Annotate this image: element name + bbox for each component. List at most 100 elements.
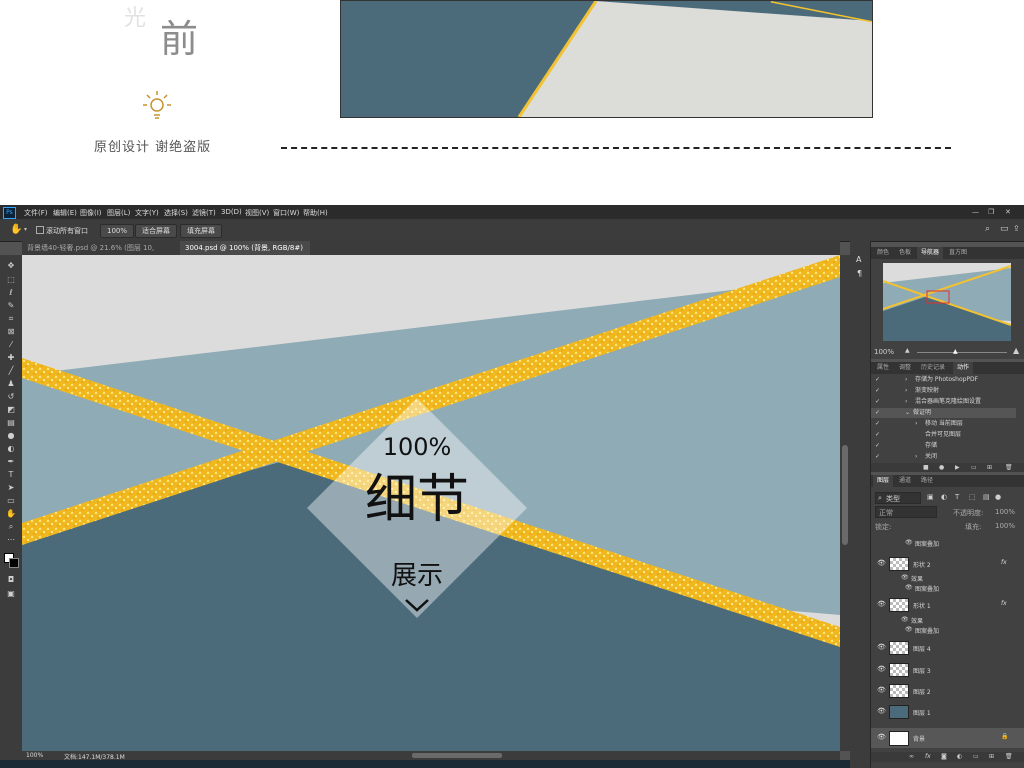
fx-badge[interactable]: fx [1001,600,1007,607]
frame-tool-icon[interactable]: ⊠ [5,327,17,337]
record-icon[interactable]: ● [939,464,944,471]
history-brush-icon[interactable]: ↺ [5,392,17,402]
tab-properties[interactable]: 属性 [873,362,893,374]
filter-smart-icon[interactable]: ▤ [983,493,990,501]
menu-layer[interactable]: 图层(L) [107,208,130,218]
layer-filter-select[interactable]: ⌕ 类型 [875,492,921,504]
menu-type[interactable]: 文字(Y) [135,208,159,218]
tab-swatches[interactable]: 色板 [895,247,915,259]
layer-row[interactable]: 👁 图层 1 [871,703,1024,721]
new-set-icon[interactable]: ▭ [971,464,977,471]
more-tools-icon[interactable]: ⋯ [5,535,17,545]
layer-effect-row[interactable]: 👁 效果 [871,615,1024,625]
layer-row[interactable]: 👁 图层 3 [871,661,1024,679]
new-group-icon[interactable]: ▭ [973,753,979,760]
visibility-eye-icon[interactable]: 👁 [877,559,886,567]
layer-effect-row[interactable]: 👁 图案叠加 [871,583,1024,593]
navigator-preview[interactable] [883,263,1011,341]
scroll-all-checkbox[interactable] [36,226,44,234]
eraser-tool-icon[interactable]: ◩ [5,405,17,415]
stamp-tool-icon[interactable]: ♟ [5,379,17,389]
menu-file[interactable]: 文件(F) [24,208,48,218]
dodge-tool-icon[interactable]: ◐ [5,444,17,454]
fill-value[interactable]: 100% [995,522,1015,530]
add-mask-icon[interactable]: ◙ [941,753,947,760]
menu-filter[interactable]: 滤镜(T) [192,208,216,218]
action-step[interactable]: ✓ 合并可见图层 [871,430,1016,440]
action-item[interactable]: ✓ › 存储为 PhotoshopPDF [871,375,1016,385]
tab-document-2[interactable]: 3004.psd @ 100% (背景, RGB/8#) [180,241,310,255]
shape-tool-icon[interactable]: ▭ [5,496,17,506]
action-step[interactable]: ✓ › 移动 当前图层 [871,419,1016,429]
layer-row[interactable]: 👁 图层 2 [871,682,1024,700]
action-item-selected[interactable]: ✓ ⌄ 做证明 [871,408,1016,418]
action-item[interactable]: ✓ › 渐变映射 [871,386,1016,396]
hand-icon[interactable]: ✋ [5,509,17,519]
marquee-tool-icon[interactable]: ⬚ [5,275,17,285]
zoom-in-icon[interactable]: ▲ [1013,346,1019,355]
move-tool-icon[interactable]: ✥ [5,261,17,271]
visibility-eye-icon[interactable]: 👁 [877,686,886,694]
delete-layer-icon[interactable]: 🗑 [1005,753,1013,760]
lasso-tool-icon[interactable]: ℓ [5,288,17,298]
layer-row[interactable]: 👁 形状 2 fx [871,555,1024,573]
visibility-eye-icon[interactable]: 👁 [877,643,886,651]
zoom-out-icon[interactable]: ▲ [905,347,910,354]
zoom-tool-icon[interactable]: ⌕ [5,522,17,532]
type-tool-icon[interactable]: T [5,470,17,480]
crop-tool-icon[interactable]: ⌗ [5,314,17,324]
quick-select-icon[interactable]: ✎ [5,301,17,311]
workspace-icon[interactable]: ▭ [1000,224,1009,234]
tab-layers[interactable]: 图层 [873,475,894,487]
blur-tool-icon[interactable]: ● [5,431,17,441]
fill-screen-button[interactable]: 填充屏幕 [180,224,222,238]
action-step[interactable]: ✓ › 关闭 [871,452,1016,462]
layer-row[interactable]: 👁 形状 1 fx [871,596,1024,614]
visibility-eye-icon[interactable]: 👁 [877,733,886,741]
minimize-icon[interactable]: — [972,208,979,216]
zoom-100-button[interactable]: 100% [100,224,135,238]
layer-effect-row[interactable]: 👁 图案叠加 [871,538,1024,548]
add-style-icon[interactable]: fx [925,753,931,760]
document-canvas[interactable]: 100% 细节 展示 [22,255,840,751]
layer-row-background[interactable]: 👁 背景 🔒 [871,728,1024,748]
filter-adjust-icon[interactable]: ◐ [941,493,947,501]
fx-badge[interactable]: fx [1001,559,1007,566]
healing-brush-icon[interactable]: ✚ [5,353,17,363]
tab-adjustments[interactable]: 调整 [895,362,915,374]
tab-histogram[interactable]: 直方图 [945,247,971,259]
layer-row[interactable]: 👁 图层 4 [871,639,1024,657]
adjustment-layer-icon[interactable]: ◐ [957,753,962,760]
quick-mask-icon[interactable]: ◘ [5,575,17,585]
delete-action-icon[interactable]: 🗑 [1005,464,1013,471]
action-step[interactable]: ✓ 存储 [871,441,1016,451]
menu-window[interactable]: 窗口(W) [273,208,299,218]
menu-3d[interactable]: 3D(D) [221,208,242,216]
close-icon[interactable]: ✕ [1005,208,1011,216]
new-layer-icon[interactable]: ⊞ [989,753,994,760]
layer-effect-row[interactable]: 👁 效果 [871,573,1024,583]
blend-mode-select[interactable]: 正常 [875,506,937,518]
zoom-slider[interactable] [917,352,1007,353]
horizontal-scroll-thumb[interactable] [412,753,502,758]
tab-navigator[interactable]: 导航器 [917,247,944,259]
menu-view[interactable]: 视图(V) [245,208,269,218]
screen-mode-icon[interactable]: ▣ [5,589,17,599]
new-action-icon[interactable]: ⊞ [987,464,992,471]
gradient-tool-icon[interactable]: ▤ [5,418,17,428]
visibility-eye-icon[interactable]: 👁 [877,600,886,608]
chevron-down-icon[interactable]: ▾ [24,226,27,233]
visibility-eye-icon[interactable]: 👁 [877,665,886,673]
filter-type-icon[interactable]: T [955,493,959,501]
action-item[interactable]: ✓ › 混合器画笔克隆绘图设置 [871,397,1016,407]
restore-icon[interactable]: ❐ [988,208,994,216]
vertical-scrollbar[interactable] [840,255,850,751]
filter-shape-icon[interactable]: ⬚ [969,493,976,501]
character-panel-icon[interactable]: A [856,255,861,264]
brush-tool-icon[interactable]: ╱ [5,366,17,376]
layer-effect-row[interactable]: 👁 图案叠加 [871,625,1024,635]
scroll-thumb[interactable] [842,445,848,545]
tab-channels[interactable]: 通道 [895,475,915,487]
navigator-zoom[interactable]: 100% [874,348,894,356]
path-select-icon[interactable]: ➤ [5,483,17,493]
